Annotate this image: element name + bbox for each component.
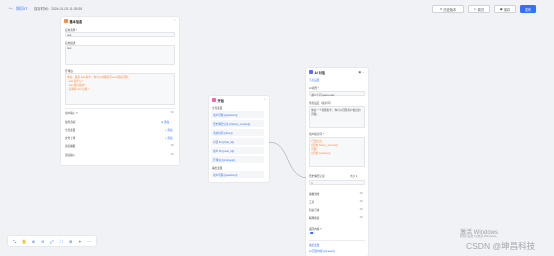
prompt-label: 用户提示词 *	[309, 133, 324, 136]
node-title: 开始	[217, 98, 224, 103]
pan-icon[interactable]: ✋	[21, 239, 27, 244]
role-label: 角色设定（提示词）	[309, 102, 333, 105]
switch-label: 函数调用	[309, 193, 320, 196]
node-header: 基本信息 ⌃	[61, 17, 179, 25]
param-row[interactable]: 用户 ID {{user_id}}	[211, 147, 264, 154]
basic-info-node[interactable]: 基本信息 ⌃ 应用名称 * test 应用描述 test 开场白 你好，我是 t…	[61, 17, 179, 165]
start-node[interactable]: 开始 ⌃ 全局变量 用户问题 {{question}} 历史聊天记录 {{his…	[209, 96, 269, 182]
section-label: 节点设置	[309, 79, 320, 82]
chevron-up-icon[interactable]: ⌃	[263, 98, 266, 102]
function-call-toggle[interactable]	[358, 192, 363, 195]
param-row[interactable]: 用户问题 {{question}}	[211, 111, 264, 118]
prompt-input[interactable]: 已知信息： {{开始.history_context}} 问题： {{开始.qu…	[309, 137, 365, 167]
fullscreen-icon[interactable]: ⛶	[58, 239, 64, 244]
zoom-in-icon[interactable]: ⊕	[30, 239, 36, 244]
param-row[interactable]: 开场白 {{prologue}}	[211, 156, 264, 163]
stt-toggle[interactable]	[169, 153, 174, 156]
setting-label: 文件上传	[65, 137, 76, 140]
add-plugin-link[interactable]: ⊕ 添加	[161, 120, 169, 124]
param-row[interactable]: 用户问题 {{question}}	[211, 171, 264, 178]
history-label: 历史聊天记录	[309, 175, 325, 178]
more-icon[interactable]: ▣ ⋯	[358, 70, 365, 74]
setting-label: 语音输入	[65, 154, 76, 157]
model-label: AI 模型 *	[309, 87, 320, 90]
section-label: 输出变量	[309, 244, 320, 247]
web-search-toggle[interactable]	[358, 216, 363, 219]
windows-activation-hint: 转到"设置"以激活 Windows。	[460, 234, 500, 238]
magic-icon[interactable]: ✦	[77, 239, 83, 244]
robot-icon	[309, 70, 313, 74]
model-select[interactable]: 通义千问 qwen-max	[309, 91, 365, 97]
section-label: 输出变量	[212, 167, 223, 170]
node-title: 基本信息	[69, 19, 83, 24]
info-icon	[64, 19, 68, 23]
return-content-toggle[interactable]	[310, 232, 315, 235]
opening-input[interactable]: 你好，我是 test 助手，你可以向我提问 test 相关问题。 - test …	[65, 73, 175, 105]
tts-toggle[interactable]	[169, 144, 174, 147]
csdn-watermark: CSDN @坤昌科技	[466, 241, 536, 251]
node-title: AI 对话	[314, 70, 325, 75]
history-count-input[interactable]: 1	[309, 180, 365, 185]
user-input-toggle[interactable]	[169, 111, 174, 114]
knowledge-toggle[interactable]	[358, 208, 363, 211]
setting-label: 用户输入 ?	[65, 112, 78, 115]
chevron-up-icon[interactable]: ⌃	[173, 19, 176, 23]
fit-view-icon[interactable]: ⤢	[49, 239, 55, 244]
switch-label: 工具	[309, 201, 315, 204]
param-row[interactable]: 历史聊天记录 {{history_context}}	[211, 120, 264, 127]
param-row[interactable]: 当前时间 {{time}}	[211, 129, 264, 136]
param-row[interactable]: 对话 ID {{chat_id}}	[211, 138, 264, 145]
setting-label: 全局变量	[65, 129, 76, 132]
setting-label: 语音播报	[65, 145, 76, 148]
zoom-out-icon[interactable]: ⊖	[40, 239, 46, 244]
node-header: AI 对话 ▣ ⋯	[306, 68, 368, 76]
ai-chat-node[interactable]: AI 对话 ▣ ⋯ 节点设置 AI 模型 * 通义千问 qwen-max 角色设…	[306, 68, 368, 256]
add-file-link[interactable]: + 添加	[165, 136, 172, 140]
setting-label: 插件选项	[65, 121, 76, 124]
more-icon[interactable]: ⋯	[86, 239, 92, 244]
role-input[interactable]: 你是一个智能助手，你可以回答用户提出的问题。	[309, 106, 365, 128]
section-label: 全局变量	[212, 107, 223, 110]
switch-label: 返回内容 ?	[309, 228, 322, 231]
canvas-toolbar: ⤡ ✋ ⊕ ⊖ ⤢ ⛶ ⊞ ✦ ⋯	[8, 236, 96, 246]
output-param: AI 回答内容 {{answer}}	[309, 250, 336, 253]
tool-toggle[interactable]	[358, 200, 363, 203]
history-mode-select[interactable]: 大小 ▾	[350, 174, 357, 178]
name-input[interactable]: test	[65, 32, 175, 37]
select-icon[interactable]: ⤡	[12, 239, 18, 244]
add-variable-link[interactable]: + 添加	[165, 128, 172, 132]
layout-icon[interactable]: ⊞	[68, 239, 74, 244]
switch-label: 联网搜索	[309, 217, 320, 220]
switch-label: 知识引用	[309, 209, 320, 212]
desc-input[interactable]: test	[65, 45, 175, 65]
home-icon	[212, 98, 216, 102]
node-header: 开始 ⌃	[209, 96, 269, 104]
